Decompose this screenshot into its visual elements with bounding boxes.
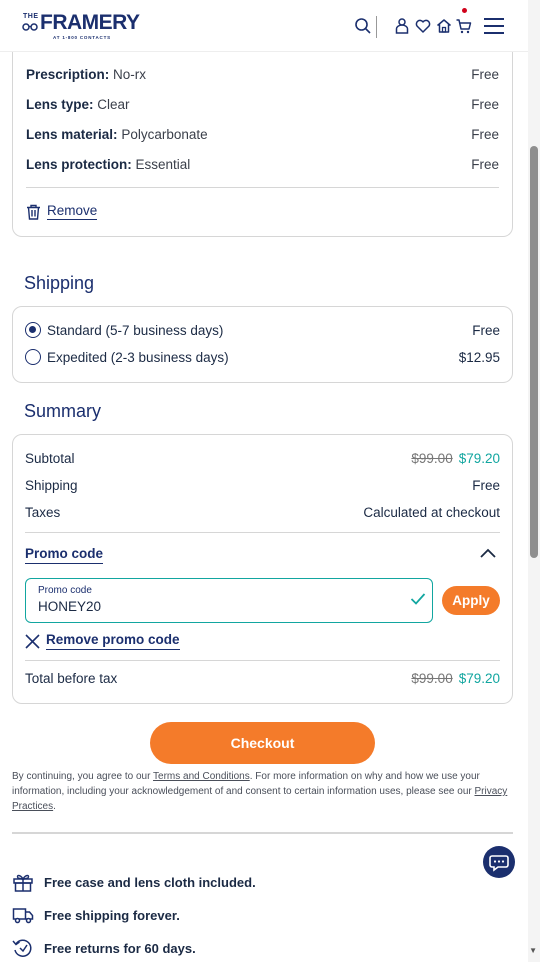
shipping-label: Shipping [25,478,78,493]
lens-row-value: Clear [97,97,130,112]
promo-code-toggle[interactable]: Promo code [25,546,104,564]
total-discounted-price: $79.20 [458,671,500,686]
remove-promo-button[interactable]: Remove promo code [25,632,180,650]
terms-link[interactable]: Terms and Conditions [153,771,250,782]
chevron-up-icon[interactable] [480,548,496,558]
framery-logo[interactable]: THE FRAMERY AT 1-800 CONTACTS [22,11,140,40]
total-divider [25,660,500,661]
cart-icon[interactable] [455,17,473,35]
apply-promo-button[interactable]: Apply [442,586,500,615]
search-icon[interactable] [354,17,372,35]
gift-icon [13,874,33,892]
returns-icon [12,939,32,957]
perk-text: Free returns for 60 days. [44,940,196,956]
shipping-option-price: Free [472,322,500,338]
lens-row-type: Lens type: Clear Free [26,97,499,112]
trash-icon [27,204,40,220]
remove-promo-label: Remove promo code [46,632,180,650]
home-icon[interactable] [435,17,453,35]
lens-row-material: Lens material: Polycarbonate Free [26,127,499,142]
subtotal-row: Subtotal $99.00 $79.20 [25,451,500,466]
legal-text: By continuing, you agree to our [12,771,154,782]
summary-divider [25,532,500,533]
lens-row-key: Lens protection: [26,157,132,172]
close-icon [25,633,40,649]
taxes-label: Taxes [25,505,61,520]
cart-notification-dot [462,8,467,13]
shipping-option-expedited[interactable]: Expedited (2-3 business days) $12.95 [25,349,500,365]
lens-row-protection: Lens protection: Essential Free [26,157,499,172]
promo-field-label: Promo code [38,585,92,596]
shipping-row: Shipping Free [25,478,500,493]
chat-bubble-icon [489,855,509,872]
chat-button[interactable] [483,846,515,878]
site-header: THE FRAMERY AT 1-800 CONTACTS [0,0,528,52]
checkout-button[interactable]: Checkout [150,722,375,764]
subtotal-label: Subtotal [25,451,75,466]
section-divider [12,832,513,834]
shipping-option-price: $12.95 [458,349,500,365]
perk-text: Free shipping forever. [44,907,180,923]
scrollbar-track[interactable]: ▼ [528,0,540,962]
shipping-option-standard[interactable]: Standard (5-7 business days) Free [25,322,500,338]
taxes-row: Taxes Calculated at checkout [25,505,500,520]
taxes-value: Calculated at checkout [363,505,500,520]
scroll-down-arrow-icon[interactable]: ▼ [529,946,537,955]
lens-divider [26,187,499,188]
remove-item-button[interactable]: Remove [26,203,98,220]
lens-row-price: Free [471,157,499,172]
radio-selected[interactable] [25,322,41,338]
total-label: Total before tax [25,671,118,686]
promo-code-field[interactable]: Promo code [25,578,433,623]
shipping-options-card: Standard (5-7 business days) Free Expedi… [12,306,513,383]
summary-title: Summary [24,401,102,421]
radio-unselected[interactable] [25,349,41,365]
truck-icon [12,908,34,924]
subtotal-original-price: $99.00 [411,451,453,466]
checkmark-icon [410,593,426,605]
shipping-value: Free [472,478,500,493]
legal-disclaimer: By continuing, you agree to our Terms an… [12,769,512,814]
glasses-logo-icon [22,23,38,31]
shipping-option-label: Standard (5-7 business days) [47,322,224,338]
lens-row-value: No-rx [113,67,147,82]
total-row: Total before tax $99.00 $79.20 [25,671,500,686]
perk-text: Free case and lens cloth included. [44,874,256,890]
total-original-price: $99.00 [411,671,453,686]
lens-row-key: Lens material: [26,127,118,142]
perk-item: Free case and lens cloth included. [12,872,256,892]
lens-row-value: Essential [135,157,191,172]
perk-item: Free returns for 60 days. [12,938,196,958]
shipping-title: Shipping [24,273,95,293]
subtotal-discounted-price: $79.20 [458,451,500,466]
menu-icon[interactable] [483,17,505,35]
legal-text: . [53,801,56,812]
lens-row-key: Prescription: [26,67,110,82]
lens-row-key: Lens type: [26,97,94,112]
lens-row-prescription: Prescription: No-rx Free [26,67,499,82]
remove-item-label: Remove [47,203,98,220]
summary-card: Subtotal $99.00 $79.20 Shipping Free Taxe… [12,434,513,704]
shipping-option-label: Expedited (2-3 business days) [47,349,229,365]
perk-item: Free shipping forever. [12,905,180,925]
logo-the: THE [23,13,39,20]
lens-row-value: Polycarbonate [121,127,208,142]
logo-brand: FRAMERY [40,11,140,34]
lens-row-price: Free [471,97,499,112]
header-divider [376,16,377,38]
heart-icon[interactable] [414,17,432,35]
lens-details-card: Prescription: No-rx Free Lens type: Clea… [12,30,513,237]
lens-row-price: Free [471,127,499,142]
scrollbar-thumb[interactable] [530,146,538,558]
account-icon[interactable] [393,17,411,35]
promo-code-input[interactable] [38,599,378,614]
logo-subtitle: AT 1-800 CONTACTS [53,35,111,40]
lens-row-price: Free [471,67,499,82]
